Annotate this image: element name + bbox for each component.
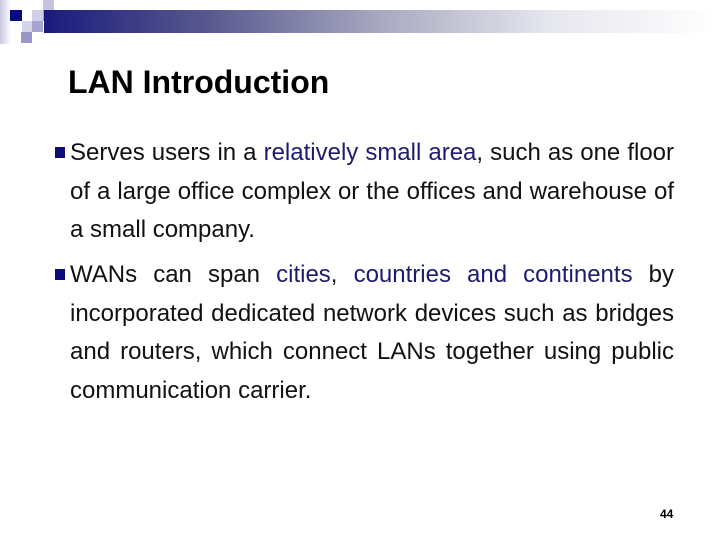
slide-title: LAN Introduction [68,64,330,100]
page-number: 44 [660,507,674,521]
header-decoration-square [10,10,22,21]
bullet-item: Serves users in a relatively small area,… [55,134,674,250]
header-decoration-square [32,10,43,21]
bullet-text: , [330,261,354,288]
bullet-highlight: cities [276,261,331,288]
header-decoration-square [21,32,32,43]
bullet-item: WANs can span cities, countries and cont… [55,256,674,410]
bullet-highlight: countries and continents [353,261,633,288]
bullet-text: WANs can span [70,261,277,288]
bullet-text: Serves users in a [70,139,264,166]
square-bullet-icon [55,269,65,280]
header-decoration-square [32,21,43,32]
square-bullet-icon [55,147,65,158]
header-decoration-square [43,0,54,10]
bullet-highlight: relatively small area [263,139,477,166]
header-gradient-bar [44,10,716,33]
header-decoration-fade [0,0,11,44]
